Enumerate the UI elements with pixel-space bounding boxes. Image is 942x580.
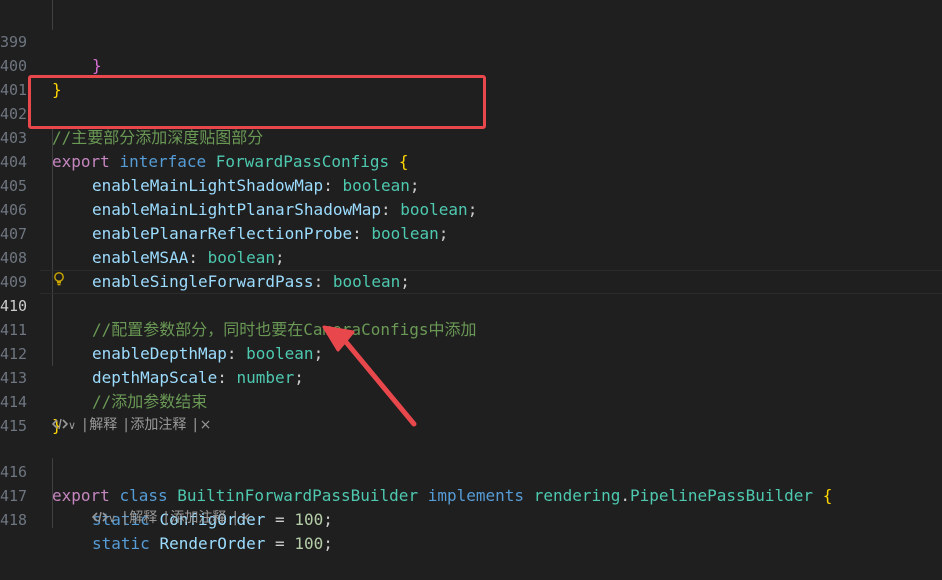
separator: | (122, 510, 128, 526)
code-line[interactable]: 417 static ConfigOrder = 100; (0, 460, 942, 529)
separator: | (123, 417, 129, 433)
codelens-bar: ∨ | 解释 | 添加注释 | × (51, 414, 212, 436)
line-number: 415 (0, 417, 28, 435)
separator: | (163, 510, 169, 526)
code-line-active[interactable]: 410 //配置参数部分，同时也要在CameraConfigs中添加 (0, 270, 942, 339)
code-line[interactable]: 400 } (0, 30, 942, 99)
explain-link[interactable]: 解释 (89, 417, 117, 433)
lightbulb-icon[interactable] (52, 271, 66, 287)
explain-link[interactable]: 解释 (129, 510, 157, 526)
keyword: static (92, 534, 150, 553)
property-name: RenderOrder (159, 534, 266, 553)
separator: | (82, 417, 88, 433)
highlight-box-annotation (28, 75, 486, 129)
operator: = (275, 534, 285, 553)
code-line[interactable]: 418 static RenderOrder = 100; (0, 484, 942, 553)
code-line[interactable]: 408 enableSingleForwardPass: boolean; (0, 222, 942, 291)
codelens-bar: ∨ | 解释 | 添加注释 | × (91, 507, 252, 529)
number-literal: 100 (294, 510, 324, 529)
close-icon[interactable]: × (240, 510, 252, 526)
code-line[interactable]: 412 depthMapScale: number; (0, 318, 942, 387)
ai-assist-icon[interactable] (91, 511, 109, 523)
code-line[interactable]: 415 (0, 390, 942, 435)
ai-assist-icon[interactable] (51, 418, 69, 430)
code-line[interactable]: 407 enableMSAA: boolean; (0, 198, 942, 267)
line-number: 418 (0, 511, 28, 529)
code-editor[interactable]: 399 } 400 } 401 402 //主要部分添加深度贴图部分 403 e… (0, 0, 942, 553)
add-comment-link[interactable]: 添加注释 (130, 417, 186, 433)
close-icon[interactable]: × (200, 417, 212, 433)
code-line[interactable]: 406 enablePlanarReflectionProbe: boolean… (0, 174, 942, 243)
chevron-down-icon[interactable]: ∨ (108, 512, 116, 525)
code-line[interactable]: 411 enableDepthMap: boolean; (0, 294, 942, 363)
code-line[interactable]: 405 enableMainLightPlanarShadowMap: bool… (0, 150, 942, 219)
chevron-down-icon[interactable]: ∨ (68, 419, 76, 432)
code-line[interactable]: 414 } (0, 366, 942, 435)
operator: = (275, 510, 285, 529)
separator: | (232, 510, 238, 526)
code-line[interactable]: 409 (0, 246, 942, 291)
code-line[interactable]: 413 //添加参数结束 (0, 342, 942, 411)
add-comment-link[interactable]: 添加注释 (170, 510, 226, 526)
code-line[interactable]: 399 } (0, 6, 942, 75)
code-line[interactable]: 416 export class BuiltinForwardPassBuild… (0, 436, 942, 505)
number-literal: 100 (294, 534, 324, 553)
code-line[interactable]: 404 enableMainLightShadowMap: boolean; (0, 126, 942, 195)
separator: | (192, 417, 198, 433)
